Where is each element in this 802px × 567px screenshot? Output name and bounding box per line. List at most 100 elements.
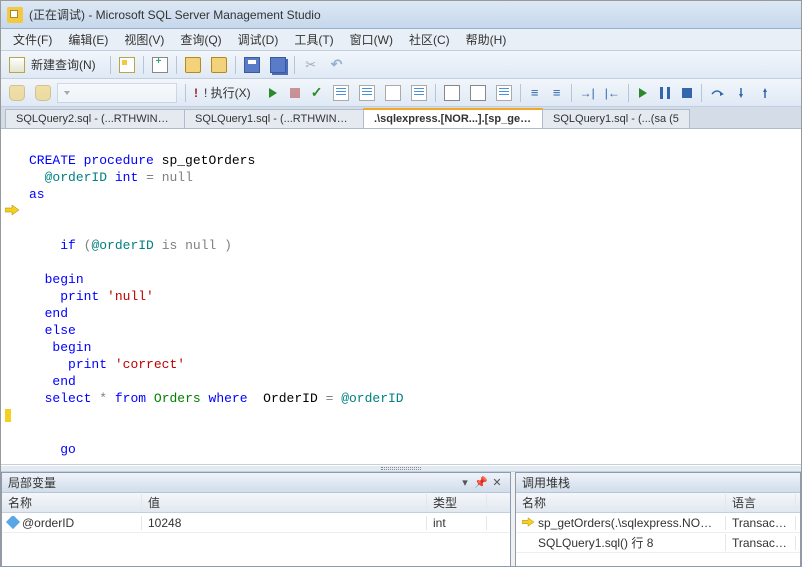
callstack-row-name: sp_getOrders(.\sqlexpress.NORTHWIND)	[516, 516, 726, 530]
locals-title: 局部变量	[8, 474, 456, 491]
tab-sp-getorders[interactable]: .\sqlexpress.[NOR...].[sp_getOrders]*	[363, 108, 543, 128]
results-grid-2-button[interactable]	[492, 82, 516, 104]
menu-community[interactable]: 社区(C)	[401, 29, 458, 50]
undo-button[interactable]: ↶	[325, 54, 349, 76]
stop-debug-icon	[682, 88, 692, 98]
window-title: (正在调试) - Microsoft SQL Server Management…	[29, 6, 321, 23]
separator	[110, 56, 111, 74]
menu-debug[interactable]: 调试(D)	[230, 29, 287, 50]
menu-query[interactable]: 查询(Q)	[172, 29, 229, 50]
callstack-header-name: 名称	[516, 494, 726, 511]
separator	[143, 56, 144, 74]
locals-row-value: 10248	[142, 516, 427, 530]
save-all-button[interactable]	[266, 54, 290, 76]
code-line: as	[1, 186, 801, 203]
stop-exec-button[interactable]	[285, 82, 305, 104]
bottom-panels: 局部变量 ▾ 📌 ✕ 名称 值 类型 @orderID 10248 int 调用…	[1, 472, 801, 567]
dropdown-icon[interactable]: ▾	[458, 476, 472, 490]
open-button[interactable]	[181, 54, 205, 76]
stop-debug-button[interactable]	[677, 82, 697, 104]
execute-button[interactable]: ! ! 执行(X)	[190, 82, 261, 104]
indent-button[interactable]: →|	[576, 82, 599, 104]
locals-row[interactable]: @orderID 10248 int	[2, 513, 510, 533]
results-file-button[interactable]	[466, 82, 490, 104]
callstack-row-lang: Transact-SQL	[726, 536, 796, 550]
parse-button[interactable]: ✓	[307, 82, 327, 104]
display-plan-button[interactable]	[329, 82, 353, 104]
change-connection-button[interactable]	[31, 82, 55, 104]
callstack-title-bar: 调用堆栈	[516, 473, 800, 493]
locals-row-type: int	[427, 516, 487, 530]
code-line: end	[1, 373, 801, 390]
separator	[294, 56, 295, 74]
connect-button[interactable]	[5, 82, 29, 104]
step-out-button[interactable]	[754, 82, 776, 104]
debug-button[interactable]	[263, 82, 283, 104]
separator	[176, 56, 177, 74]
save-icon	[244, 57, 260, 73]
callstack-row-lang: Transact-SQL	[726, 516, 796, 530]
menu-file[interactable]: 文件(F)	[5, 29, 60, 50]
menu-window[interactable]: 窗口(W)	[342, 29, 401, 50]
new-project-button[interactable]	[148, 54, 172, 76]
folder-project-icon	[211, 57, 227, 73]
current-line-arrow-icon	[5, 205, 19, 215]
continue-icon	[639, 88, 647, 98]
toolbar-sql: ! ! 执行(X) ✓ ≡ ≡ →| |←	[1, 79, 801, 107]
results-text-button[interactable]	[440, 82, 464, 104]
callstack-row[interactable]: sp_getOrders(.\sqlexpress.NORTHWIND) Tra…	[516, 513, 800, 533]
uncomment-icon: ≡	[553, 85, 561, 100]
locals-header-type: 类型	[427, 494, 487, 511]
separator	[520, 84, 521, 102]
menu-help[interactable]: 帮助(H)	[458, 29, 515, 50]
results-grid-button[interactable]	[407, 82, 431, 104]
play-icon	[269, 88, 277, 98]
uncomment-button[interactable]: ≡	[547, 82, 567, 104]
include-plan-button[interactable]	[355, 82, 379, 104]
outdent-button[interactable]: |←	[601, 82, 624, 104]
sql-editor[interactable]: CREATE procedure sp_getOrders @orderID i…	[1, 129, 801, 465]
frame-spacer	[522, 537, 534, 547]
query-options-button[interactable]	[381, 82, 405, 104]
database-combo[interactable]	[57, 83, 177, 103]
comment-button[interactable]: ≡	[525, 82, 545, 104]
pin-icon[interactable]: 📌	[474, 476, 488, 490]
callstack-row[interactable]: SQLQuery1.sql() 行 8 Transact-SQL	[516, 533, 800, 553]
callstack-header-lang: 语言	[726, 494, 796, 511]
locals-header-value: 值	[142, 494, 427, 511]
callstack-panel: 调用堆栈 名称 语言 sp_getOrders(.\sqlexpress.NOR…	[515, 472, 801, 567]
pause-button[interactable]	[655, 82, 675, 104]
continue-button[interactable]	[633, 82, 653, 104]
code-line: CREATE procedure sp_getOrders	[1, 152, 801, 169]
code-line: begin	[1, 271, 801, 288]
stop-icon	[290, 88, 300, 98]
close-icon[interactable]: ✕	[490, 476, 504, 490]
tab-sqlquery1-52[interactable]: SQLQuery1.sql - (...RTHWIND (sa (52))*	[184, 109, 364, 128]
tab-sqlquery2[interactable]: SQLQuery2.sql - (...RTHWIND (sa (53))*	[5, 109, 185, 128]
save-all-icon	[270, 57, 286, 73]
cut-icon: ✂	[303, 57, 319, 73]
horizontal-splitter[interactable]	[1, 465, 801, 472]
new-query-button[interactable]: 新建查询(N)	[5, 54, 106, 76]
gutter-bar-icon	[5, 409, 11, 422]
cut-button[interactable]: ✂	[299, 54, 323, 76]
undo-icon: ↶	[329, 57, 345, 73]
menu-view[interactable]: 视图(V)	[116, 29, 172, 50]
execute-label: ! 执行(X)	[198, 84, 257, 101]
menu-edit[interactable]: 编辑(E)	[60, 29, 116, 50]
menu-tools[interactable]: 工具(T)	[286, 29, 341, 50]
step-into-button[interactable]	[730, 82, 752, 104]
page-plus-icon	[152, 57, 168, 73]
save-button[interactable]	[240, 54, 264, 76]
tab-strip: SQLQuery2.sql - (...RTHWIND (sa (53))* S…	[1, 107, 801, 129]
file-results-icon	[470, 85, 486, 101]
step-into-icon	[734, 86, 748, 100]
tab-sqlquery1-other[interactable]: SQLQuery1.sql - (...(sa (5	[542, 109, 690, 128]
outdent-icon: |←	[605, 86, 620, 100]
code-line: begin	[1, 339, 801, 356]
open-project-button[interactable]	[207, 54, 231, 76]
separator	[235, 56, 236, 74]
step-over-button[interactable]	[706, 82, 728, 104]
separator	[571, 84, 572, 102]
new-file-button[interactable]	[115, 54, 139, 76]
